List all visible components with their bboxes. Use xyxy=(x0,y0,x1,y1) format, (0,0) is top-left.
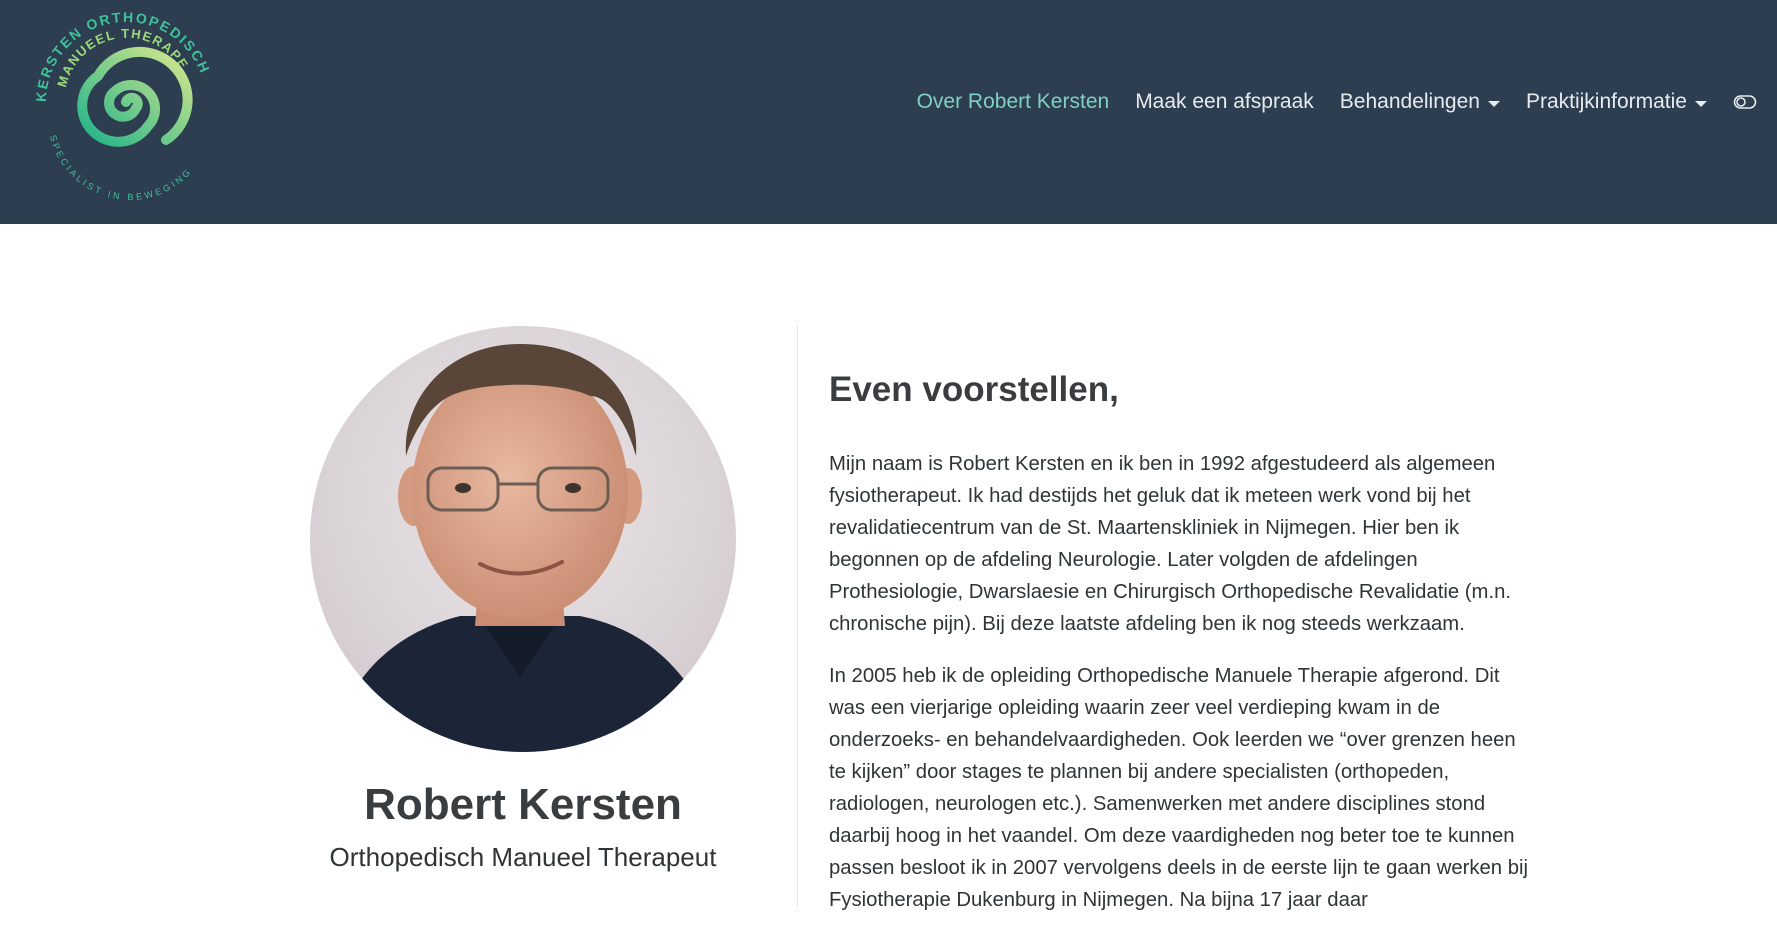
main-nav: Over Robert Kersten Maak een afspraak Be… xyxy=(917,82,1757,122)
nav-behandelingen[interactable]: Behandelingen xyxy=(1340,90,1500,114)
intro-heading: Even voorstellen, xyxy=(829,370,1119,409)
nav-label: Praktijkinformatie xyxy=(1525,90,1687,113)
site-header: KERSTEN ORTHOPEDISCH MANUEEL THERAPEUT S… xyxy=(0,0,1777,224)
profile-role: Orthopedisch Manueel Therapeut xyxy=(329,842,717,872)
nav-label: Maak een afspraak xyxy=(1135,90,1314,113)
nav-label: Behandelingen xyxy=(1339,90,1480,113)
intro-section: Even voorstellen, Mijn naam is Robert Ke… xyxy=(829,370,1529,936)
chevron-down-icon xyxy=(1487,100,1500,107)
intro-paragraph: In 2005 heb ik de opleiding Orthopedisch… xyxy=(829,665,1529,911)
toggle-icon[interactable] xyxy=(1733,94,1757,110)
main-content: Robert Kersten Orthopedisch Manueel Ther… xyxy=(0,224,1777,911)
nav-praktijkinformatie[interactable]: Praktijkinformatie xyxy=(1526,90,1707,114)
profile-name: Robert Kersten xyxy=(364,780,682,829)
column-divider xyxy=(797,326,798,906)
spiral-icon xyxy=(77,46,193,147)
nav-label: Over Robert Kersten xyxy=(916,90,1110,113)
nav-maak-een-afspraak[interactable]: Maak een afspraak xyxy=(1135,90,1314,114)
profile-photo xyxy=(310,326,736,752)
practice-logo[interactable]: KERSTEN ORTHOPEDISCH MANUEEL THERAPEUT S… xyxy=(20,6,232,206)
chevron-down-icon xyxy=(1695,100,1707,107)
nav-over-robert-kersten[interactable]: Over Robert Kersten xyxy=(917,90,1110,114)
intro-paragraph: Mijn naam is Robert Kersten en ik ben in… xyxy=(829,453,1511,635)
